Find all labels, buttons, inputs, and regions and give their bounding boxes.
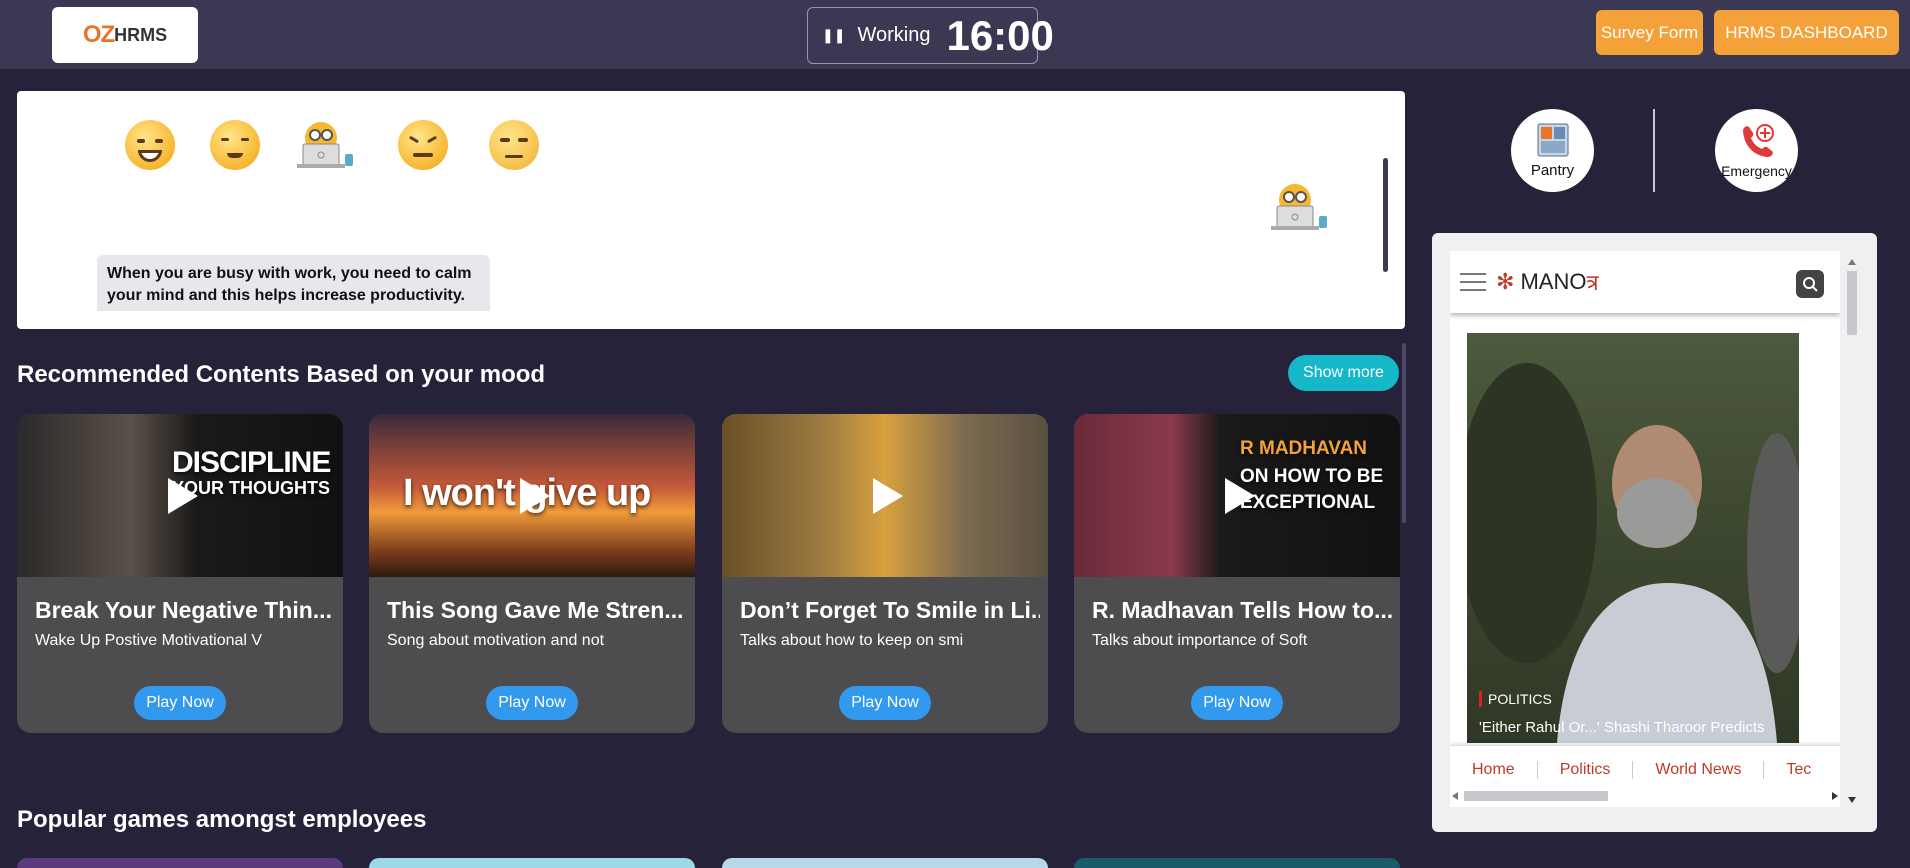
news-headline[interactable]: 'Either Rahul Or...' Shashi Tharoor Pred… [1479,719,1765,736]
card-description: Talks about how to keep on smi [740,632,964,649]
news-nav: Home Politics World News Tec [1450,745,1840,793]
card-title: Don’t Forget To Smile in Li... [740,597,1040,623]
grinning-face-icon[interactable] [124,119,176,171]
emergency-button[interactable]: Emergency [1715,109,1798,192]
show-more-button[interactable]: Show more [1288,355,1399,391]
mood-panel: When you are busy with work, you need to… [17,91,1405,329]
news-brand[interactable]: ✻ MANO त्र [1496,267,1599,297]
thumb-subtext: ON HOW TO BE EXCEPTIONAL [1240,466,1384,513]
logo-hrms: HRMS [114,24,168,45]
play-icon[interactable] [1225,477,1255,514]
game-card[interactable] [369,858,695,868]
play-icon[interactable] [168,477,198,514]
selected-mood-icon [1267,182,1331,234]
card-description: Song about motivation and not [387,632,605,649]
card-thumbnail[interactable]: R MADHAVAN ON HOW TO BE EXCEPTIONAL [1074,414,1400,577]
mood-message: When you are busy with work, you need to… [97,255,490,311]
content-card[interactable]: I won't give up This Song Gave Me Stren.… [369,414,695,733]
play-now-button[interactable]: Play Now [134,686,226,720]
pantry-label: Pantry [1530,162,1575,179]
brand-name: MANO [1520,269,1587,294]
news-nav-home[interactable]: Home [1450,760,1538,779]
content-card[interactable]: Don’t Forget To Smile in Li... Talks abo… [722,414,1048,733]
card-title: Break Your Negative Thin... [35,597,332,623]
play-now-button[interactable]: Play Now [839,686,931,720]
pantry-button[interactable]: Pantry [1511,109,1594,192]
brand-logo-icon: ✻ [1496,269,1515,294]
mood-scrollbar[interactable] [1383,158,1388,272]
play-icon[interactable] [873,477,903,514]
hrms-dashboard-button[interactable]: HRMS DASHBOARD [1714,10,1899,55]
news-horizontal-scrollbar[interactable] [1450,789,1840,803]
news-vertical-scrollbar[interactable] [1845,257,1859,805]
article-photo [1457,363,1807,743]
play-icon[interactable] [520,477,550,514]
work-timer: ❚❚ Working 16:00 [807,7,1054,64]
news-widget: ✻ MANO त्र POLITICS 'Either Rahul Or...' … [1432,233,1877,832]
app-logo[interactable]: OZ HRMS [52,7,198,63]
news-nav-tech[interactable]: Tec [1764,761,1833,779]
search-icon[interactable] [1796,270,1824,298]
thumb-text: DISCIPLINE [172,446,331,479]
content-card[interactable]: DISCIPLINE YOUR THOUGHTS Break Your Nega… [17,414,343,733]
confounded-face-icon[interactable] [397,119,449,171]
games-title: Popular games amongst employees [17,806,427,833]
news-header: ✻ MANO त्र [1450,251,1840,313]
card-description: Wake Up Postive Motivational V [35,632,263,649]
card-title: R. Madhavan Tells How to... [1092,597,1392,623]
top-bar: OZ HRMS ❚❚ Working 16:00 Survey Form HRM… [0,0,1910,69]
survey-form-button[interactable]: Survey Form [1596,10,1703,55]
work-status: Working [857,24,931,46]
news-nav-world-news[interactable]: World News [1633,760,1765,779]
game-card[interactable] [722,858,1048,868]
news-nav-politics[interactable]: Politics [1538,760,1634,779]
emergency-phone-icon [1742,123,1774,157]
brand-suffix: त्र [1586,270,1599,295]
busy-laptop-icon[interactable] [293,120,357,172]
relieved-face-icon[interactable] [209,119,261,171]
timer-value: 16:00 [946,11,1054,59]
card-description: Talks about importance of Soft [1092,632,1308,649]
annoyed-face-icon[interactable] [488,119,540,171]
recommended-title: Recommended Contents Based on your mood [17,361,546,388]
game-card[interactable] [1074,858,1400,868]
quick-links-divider [1653,109,1655,192]
news-category: POLITICS [1479,691,1552,707]
logo-oz: OZ [82,21,115,48]
pause-icon[interactable]: ❚❚ [822,27,845,44]
game-card[interactable] [17,858,343,868]
news-iframe[interactable]: ✻ MANO त्र POLITICS 'Either Rahul Or...' … [1450,251,1840,807]
content-scrollbar[interactable] [1402,343,1406,523]
news-article-image[interactable]: POLITICS 'Either Rahul Or...' Shashi Tha… [1457,333,1807,743]
card-thumbnail[interactable] [722,414,1048,577]
pantry-icon [1537,123,1568,157]
play-now-button[interactable]: Play Now [1191,686,1283,720]
card-thumbnail[interactable]: DISCIPLINE YOUR THOUGHTS [17,414,343,577]
content-card[interactable]: R MADHAVAN ON HOW TO BE EXCEPTIONAL R. M… [1074,414,1400,733]
card-thumbnail[interactable]: I won't give up [369,414,695,577]
thumb-text: R MADHAVAN [1240,438,1368,459]
hamburger-menu-icon[interactable] [1460,273,1486,291]
card-title: This Song Gave Me Stren... [387,597,684,623]
emergency-label: Emergency [1721,162,1792,179]
play-now-button[interactable]: Play Now [486,686,578,720]
